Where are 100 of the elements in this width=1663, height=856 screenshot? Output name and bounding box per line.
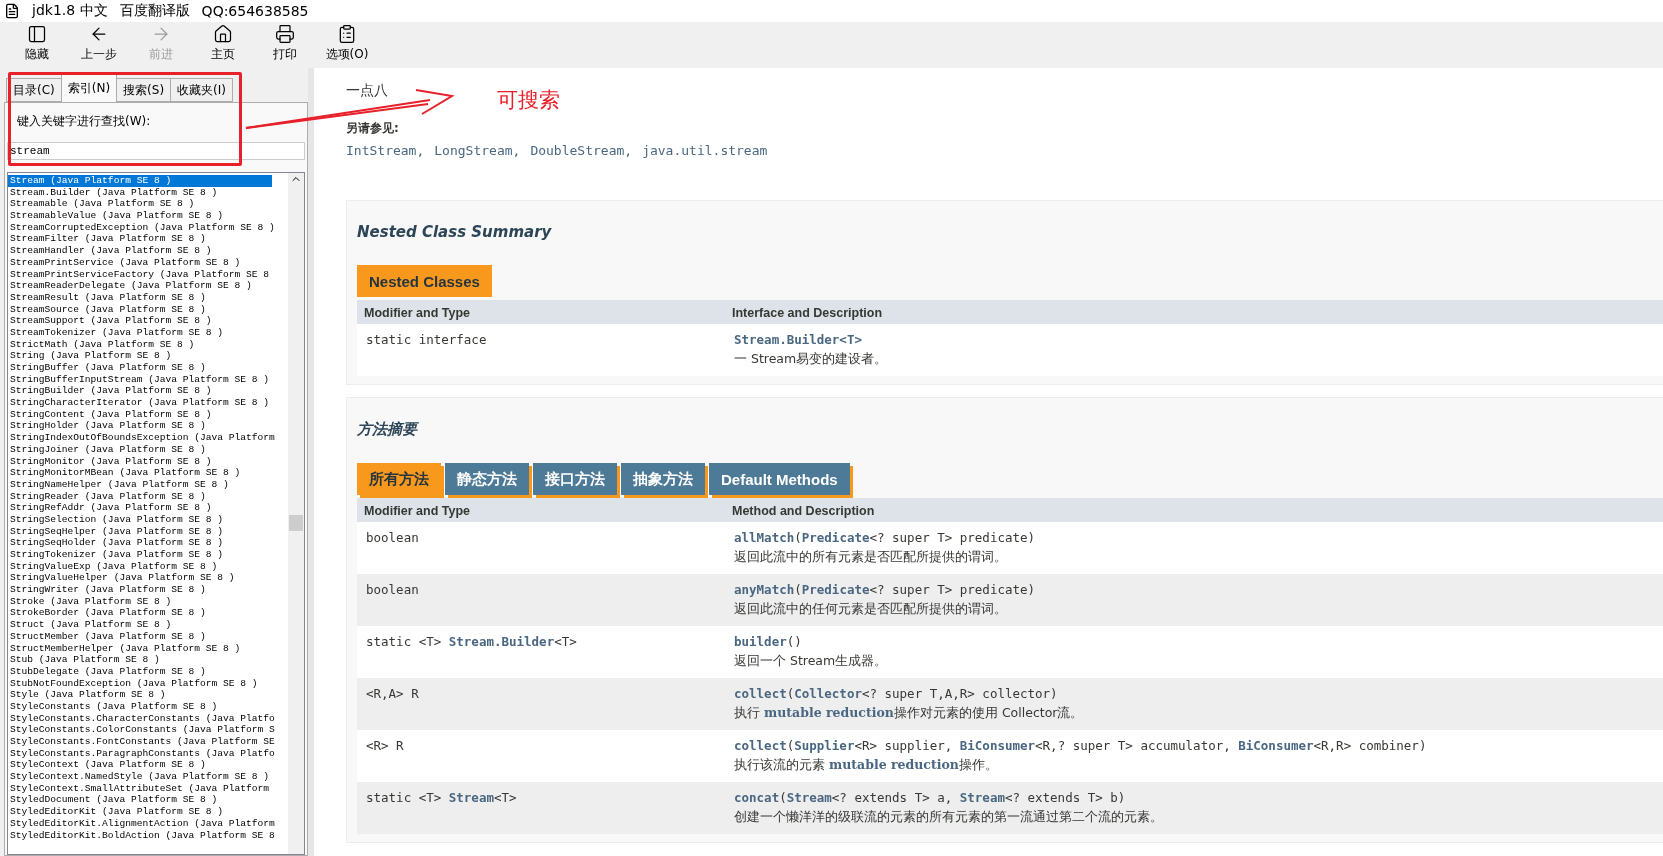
index-item[interactable]: StringWriter (Java Platform SE 8 ) <box>8 584 288 596</box>
method-filter-tab[interactable]: 静态方法 <box>445 463 529 495</box>
index-item[interactable]: StyleConstants.ColorConstants (Java Platform S <box>8 724 288 736</box>
sidebar-tab[interactable]: 收藏夹(I) <box>170 78 233 102</box>
index-item[interactable]: StrictMath (Java Platform SE 8 ) <box>8 338 288 351</box>
index-item[interactable]: StringTokenizer (Java Platform SE 8 ) <box>8 549 288 561</box>
index-item[interactable]: StreamHandler (Java Platform SE 8 ) <box>8 245 288 257</box>
section-title: Nested Class Summary <box>357 223 553 241</box>
index-item[interactable]: StringSeqHolder (Java Platform SE 8 ) <box>8 537 288 549</box>
index-item[interactable]: Stream.Builder (Java Platform SE 8 ) <box>8 186 288 199</box>
index-item[interactable]: Style (Java Platform SE 8 ) <box>8 689 288 701</box>
column-header: Modifier and Type <box>357 498 725 522</box>
index-item[interactable]: StringMonitor (Java Platform SE 8 ) <box>8 455 288 468</box>
index-item[interactable]: StringJoiner (Java Platform SE 8 ) <box>8 443 288 456</box>
sidebar-tab[interactable]: 目录(C) <box>6 78 62 102</box>
method-description: 返回此流中的所有元素是否匹配所提供的谓词。 <box>734 549 1008 566</box>
index-item[interactable]: StyleConstants.CharacterConstants (Java Platfo <box>8 712 288 725</box>
method-signature: collect(Supplier<R> supplier, BiConsumer<R,? super T> accumulator, BiConsumer<R,R> combiner) <box>734 738 1428 753</box>
method-filter-tab[interactable]: 所有方法 <box>357 463 441 495</box>
index-item[interactable]: StringSeqHelper (Java Platform SE 8 ) <box>8 525 288 538</box>
index-item[interactable]: StreamSupport (Java Platform SE 8 ) <box>8 315 288 327</box>
app-icon <box>4 3 20 19</box>
scrollbar[interactable] <box>288 173 304 854</box>
method-description: 创建一个懒洋洋的级联流的元素的所有元素的第一流通过第二个流的元素。 <box>734 809 1164 826</box>
index-item[interactable]: StringIndexOutOfBoundsException (Java Platform <box>8 432 288 444</box>
table-cell: static interface <box>357 324 725 376</box>
method-description: 执行该流的元素 mutable reduction操作。 <box>734 757 999 774</box>
home-icon <box>213 24 233 44</box>
column-header: Modifier and Type <box>357 300 725 324</box>
sidebar-tab[interactable]: 搜索(S) <box>116 78 172 102</box>
index-item[interactable]: StreamPrintService (Java Platform SE 8 ) <box>8 256 288 269</box>
index-item[interactable]: StrokeBorder (Java Platform SE 8 ) <box>8 607 288 620</box>
window-title: 百度翻译版 <box>119 2 190 20</box>
index-item[interactable]: StyleContext.SmallAttributeSet (Java Platform <box>8 782 288 795</box>
table-cell: static <T> Stream<T> <box>357 782 725 834</box>
index-item[interactable]: StringContent (Java Platform SE 8 ) <box>8 408 288 421</box>
index-item[interactable]: StringValueExp (Java Platform SE 8 ) <box>8 560 288 573</box>
index-item[interactable]: StructMemberHelper (Java Platform SE 8 ) <box>8 642 288 655</box>
index-item[interactable]: StreamReaderDelegate (Java Platform SE 8 ) <box>8 280 288 292</box>
index-item[interactable]: StringHolder (Java Platform SE 8 ) <box>8 420 288 433</box>
method-description: 返回此流中的任何元素是否匹配所提供的谓词。 <box>734 601 1008 618</box>
index-item[interactable]: StreamPrintServiceFactory (Java Platform SE 8 <box>8 268 288 281</box>
method-filter-tab[interactable]: 接口方法 <box>533 463 617 495</box>
search-label: 键入关键字进行查找(W): <box>17 113 151 130</box>
index-item[interactable]: StringNameHelper (Java Platform SE 8 ) <box>8 478 288 491</box>
index-item[interactable]: StringBuilder (Java Platform SE 8 ) <box>8 385 288 398</box>
toolbar-button[interactable]: 选项(O) <box>318 22 376 65</box>
index-item[interactable]: Streamable (Java Platform SE 8 ) <box>8 198 288 211</box>
see-also-link[interactable]: LongStream, <box>434 143 521 158</box>
index-item[interactable]: StubNotFoundException (Java Platform SE 8 ) <box>8 677 288 690</box>
index-item[interactable]: String (Java Platform SE 8 ) <box>8 350 288 362</box>
index-item[interactable]: StreamCorruptedException (Java Platform SE 8 ) <box>8 221 288 234</box>
index-item[interactable]: StringValueHelper (Java Platform SE 8 ) <box>8 572 288 585</box>
index-item[interactable]: StreamSource (Java Platform SE 8 ) <box>8 303 288 316</box>
index-item[interactable]: StructMember (Java Platform SE 8 ) <box>8 630 288 643</box>
method-filter-tab[interactable]: 抽象方法 <box>621 463 705 495</box>
index-item[interactable]: StringMonitorMBean (Java Platform SE 8 ) <box>8 467 288 479</box>
index-item[interactable]: StyleConstants.FontConstants (Java Platform SE <box>8 736 288 748</box>
index-item[interactable]: StringBuffer (Java Platform SE 8 ) <box>8 362 288 374</box>
index-item[interactable]: StyleConstants (Java Platform SE 8 ) <box>8 700 288 713</box>
index-item[interactable]: Struct (Java Platform SE 8 ) <box>8 619 288 631</box>
index-item[interactable]: StyledDocument (Java Platform SE 8 ) <box>8 794 288 807</box>
index-item[interactable]: StyledEditorKit (Java Platform SE 8 ) <box>8 806 288 818</box>
scrollbar-thumb[interactable] <box>289 515 303 531</box>
index-item[interactable]: StringReader (Java Platform SE 8 ) <box>8 490 288 503</box>
since-value: 一点八 <box>346 82 388 100</box>
table-cell: <R> R <box>357 730 725 782</box>
index-item[interactable]: StyledEditorKit.BoldAction (Java Platform SE 8 <box>8 829 288 842</box>
index-item[interactable]: StringBufferInputStream (Java Platform SE 8 ) <box>8 373 288 386</box>
see-also-link[interactable]: DoubleStream, <box>530 143 633 158</box>
index-item[interactable]: Stream (Java Platform SE 8 ) <box>8 175 272 187</box>
index-item[interactable]: Stroke (Java Platform SE 8 ) <box>8 595 288 608</box>
table-cell: boolean <box>357 522 725 574</box>
index-item[interactable]: StreamResult (Java Platform SE 8 ) <box>8 291 288 304</box>
toolbar-button[interactable]: 隐藏 <box>8 22 66 65</box>
table-cell: <R,A> R <box>357 678 725 730</box>
table-caption: Nested Classes <box>357 265 492 297</box>
index-item[interactable]: StreamFilter (Java Platform SE 8 ) <box>8 233 288 246</box>
clipboard-icon <box>337 24 357 44</box>
index-item[interactable]: StringRefAddr (Java Platform SE 8 ) <box>8 502 288 514</box>
toolbar-button[interactable]: 主页 <box>194 22 252 65</box>
index-item[interactable]: StubDelegate (Java Platform SE 8 ) <box>8 665 288 678</box>
method-description: 返回一个 Stream生成器。 <box>734 653 889 670</box>
table-cell: static <T> Stream.Builder<T> <box>357 626 725 678</box>
index-item[interactable]: StreamableValue (Java Platform SE 8 ) <box>8 210 288 222</box>
see-also-link[interactable]: java.util.stream <box>642 143 768 158</box>
keyword-field[interactable]: stream <box>7 142 305 160</box>
index-item[interactable]: StyledEditorKit.AlignmentAction (Java Platform <box>8 817 288 830</box>
toolbar-button[interactable]: 打印 <box>256 22 314 65</box>
index-item[interactable]: StyleContext.NamedStyle (Java Platform SE 8 ) <box>8 771 288 783</box>
index-item[interactable]: Stub (Java Platform SE 8 ) <box>8 654 288 666</box>
index-item[interactable]: StreamTokenizer (Java Platform SE 8 ) <box>8 326 288 339</box>
index-item[interactable]: StringCharacterIterator (Java Platform SE 8 ) <box>8 397 288 409</box>
index-item[interactable]: StyleConstants.ParagraphConstants (Java Platfo <box>8 747 288 760</box>
see-also-link[interactable]: IntStream, <box>346 143 425 158</box>
index-item[interactable]: StyleContext (Java Platform SE 8 ) <box>8 759 288 772</box>
window-title: jdk1.8 中文 <box>32 2 108 20</box>
method-filter-tab[interactable]: Default Methods <box>709 463 850 495</box>
toolbar-button[interactable]: 上一步 <box>70 22 128 65</box>
index-item[interactable]: StringSelection (Java Platform SE 8 ) <box>8 513 288 526</box>
